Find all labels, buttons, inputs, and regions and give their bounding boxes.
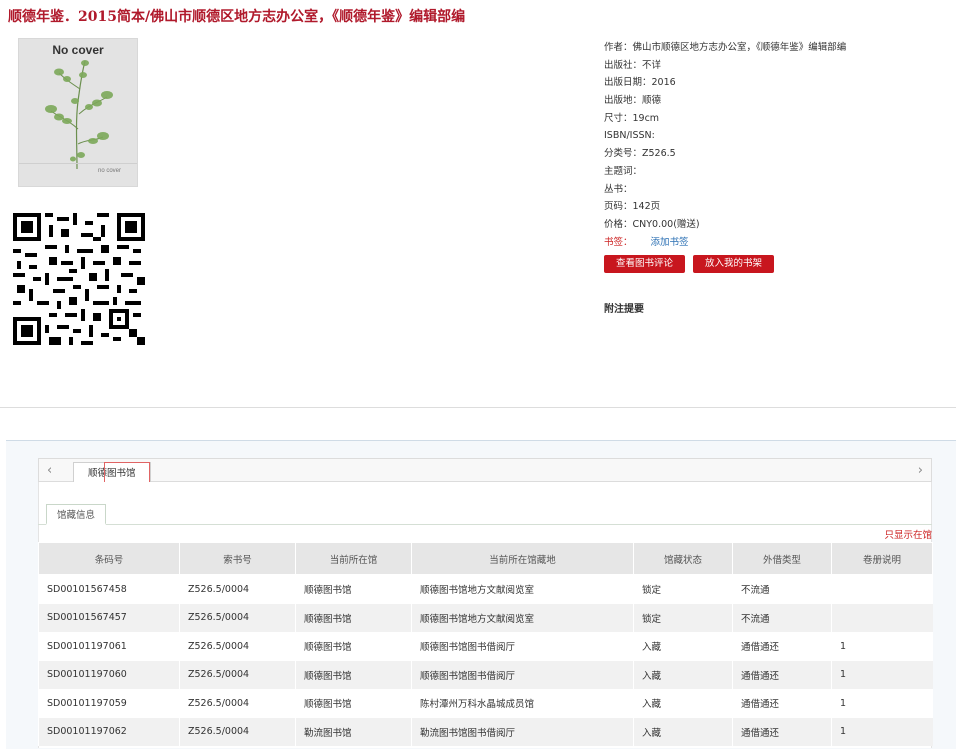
cover-subtitle: no cover [97, 168, 121, 174]
location-cell: 顺德图书馆地方文献阅览室 [411, 574, 634, 604]
loan-type-cell: 通借通还 [732, 689, 832, 718]
series-field: 丛书： [604, 183, 633, 195]
library-cell: 顺德图书馆 [295, 603, 412, 632]
loan-type-cell: 通借通还 [732, 660, 832, 689]
status-cell: 入藏 [633, 660, 733, 689]
volume-cell: 1 [831, 717, 933, 746]
table-row: SD00101567458 Z526.5/0004 顺德图书馆 顺德图书馆地方文… [38, 574, 933, 604]
col-barcode: 条码号 [38, 542, 180, 575]
pub-date-field: 出版日期：2016 [604, 77, 676, 89]
show-available-only-link[interactable]: 只显示在馆 [884, 527, 932, 541]
status-cell: 入藏 [633, 717, 733, 746]
table-row: SD00101197062 Z526.5/0004 勒流图书馆 勒流图书馆图书借… [38, 717, 933, 746]
holdings-table: 条码号 索书号 当前所在馆 当前所在馆藏地 馆藏状态 外借类型 卷册说明 SD0… [38, 542, 933, 746]
location-cell: 顺德图书馆图书借阅厅 [411, 660, 634, 689]
table-row: SD00101197061 Z526.5/0004 顺德图书馆 顺德图书馆图书借… [38, 632, 933, 661]
volume-cell: 1 [831, 660, 933, 689]
barcode-cell: SD00101197061 [38, 632, 180, 661]
barcode-cell: SD00101197059 [38, 689, 180, 718]
barcode-cell: SD00101567457 [38, 603, 180, 632]
table-row: SD00101567457 Z526.5/0004 顺德图书馆 顺德图书馆地方文… [38, 603, 933, 632]
status-cell: 锁定 [633, 574, 733, 604]
loan-type-cell: 通借通还 [732, 632, 832, 661]
bookmark-row: 书签： 添加书签 [604, 234, 944, 252]
location-cell: 陈村潭州万科水晶城成员馆 [411, 689, 634, 718]
plant-illustration-icon [45, 60, 113, 170]
subtab-underline [38, 524, 932, 525]
call-number-cell: Z526.5/0004 [179, 603, 296, 632]
col-call-number: 索书号 [179, 542, 296, 575]
subject-field: 主题词： [604, 165, 643, 177]
add-to-shelf-button[interactable]: 放入我的书架 [693, 255, 774, 273]
library-cell: 顺德图书馆 [295, 689, 412, 718]
tab-highlight [104, 462, 150, 484]
call-number-cell: Z526.5/0004 [179, 632, 296, 661]
qr-code-icon [13, 213, 145, 345]
volume-cell [831, 574, 933, 604]
loan-type-cell: 不流通 [732, 603, 832, 632]
author-field: 作者：佛山市顺德区地方志办公室，《顺德年鉴》编辑部编 [604, 42, 847, 53]
library-cell: 顺德图书馆 [295, 574, 412, 604]
library-cell: 顺德图书馆 [295, 660, 412, 689]
note-heading: 附注提要 [604, 304, 644, 315]
tab-holdings-info[interactable]: 馆藏信息 [46, 504, 107, 525]
col-volume-note: 卷册说明 [831, 542, 933, 575]
table-row: SD00101197060 Z526.5/0004 顺德图书馆 顺德图书馆图书借… [38, 660, 933, 689]
book-title: 顺德年鉴．2015简本/佛山市顺德区地方志办公室，《顺德年鉴》编辑部编 [8, 9, 466, 25]
section-divider [0, 407, 956, 408]
volume-cell [831, 603, 933, 632]
col-current-library: 当前所在馆 [295, 542, 412, 575]
view-reviews-button[interactable]: 查看图书评论 [604, 255, 685, 273]
volume-cell: 1 [831, 689, 933, 718]
size-field: 尺寸：19cm [604, 112, 660, 124]
isbn-field: ISBN/ISSN: [604, 130, 655, 142]
location-cell: 顺德图书馆图书借阅厅 [411, 632, 634, 661]
cover-title: No cover [52, 43, 104, 57]
volume-cell: 1 [831, 632, 933, 661]
col-loan-type: 外借类型 [732, 542, 832, 575]
price-field: 价格：CNY0.00(赠送) [604, 218, 700, 230]
status-cell: 锁定 [633, 603, 733, 632]
bookmark-label: 书签： [604, 236, 633, 248]
call-number-cell: Z526.5/0004 [179, 660, 296, 689]
col-status: 馆藏状态 [633, 542, 733, 575]
call-number-cell: Z526.5/0004 [179, 574, 296, 604]
classification-field: 分类号：Z526.5 [604, 148, 676, 160]
loan-type-cell: 不流通 [732, 574, 832, 604]
call-number-cell: Z526.5/0004 [179, 689, 296, 718]
col-location: 当前所在馆藏地 [411, 542, 634, 575]
call-number-cell: Z526.5/0004 [179, 717, 296, 746]
pages-field: 页码：142页 [604, 201, 661, 213]
table-header-row: 条码号 索书号 当前所在馆 当前所在馆藏地 馆藏状态 外借类型 卷册说明 [38, 542, 933, 575]
library-cell: 勒流图书馆 [295, 717, 412, 746]
add-bookmark-link[interactable]: 添加书签 [651, 237, 689, 248]
loan-type-cell: 通借通还 [732, 717, 832, 746]
location-cell: 勒流图书馆图书借阅厅 [411, 717, 634, 746]
barcode-cell: SD00101197062 [38, 717, 180, 746]
location-cell: 顺德图书馆地方文献阅览室 [411, 603, 634, 632]
barcode-cell: SD00101197060 [38, 660, 180, 689]
publisher-field: 出版社：不详 [604, 59, 662, 71]
book-metadata: 作者：佛山市顺德区地方志办公室，《顺德年鉴》编辑部编 出版社：不详 出版日期：2… [604, 39, 944, 251]
status-cell: 入藏 [633, 632, 733, 661]
library-tab-bar: ‹ 顺德图书馆 › [38, 458, 932, 484]
table-row: SD00101197059 Z526.5/0004 顺德图书馆 陈村潭州万科水晶… [38, 689, 933, 718]
library-cell: 顺德图书馆 [295, 632, 412, 661]
tab-next-arrow-icon[interactable]: › [918, 463, 923, 478]
pub-place-field: 出版地：顺德 [604, 95, 662, 107]
status-cell: 入藏 [633, 689, 733, 718]
book-cover-image: No cover no cover [18, 38, 138, 187]
tab-prev-arrow-icon[interactable]: ‹ [47, 463, 52, 478]
barcode-cell: SD00101567458 [38, 574, 180, 604]
tab-shunde-library[interactable]: 顺德图书馆 [73, 462, 151, 484]
